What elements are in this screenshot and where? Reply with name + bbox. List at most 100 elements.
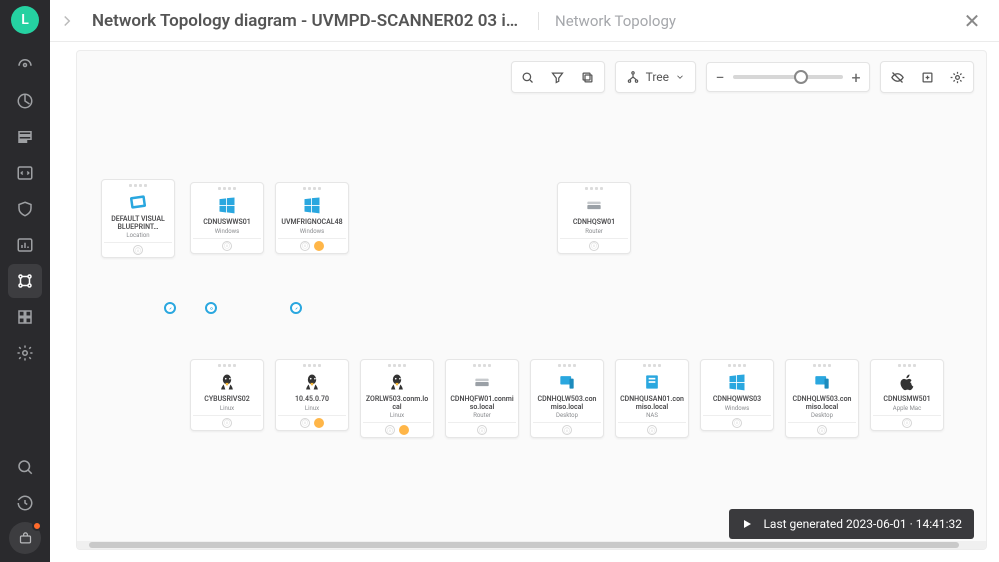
app-sidebar: L xyxy=(0,0,50,562)
shield-icon xyxy=(16,200,34,218)
info-pip[interactable]: ⓘ xyxy=(589,241,599,251)
drag-handle-icon[interactable] xyxy=(788,364,856,368)
drag-handle-icon[interactable] xyxy=(193,364,261,368)
edge-junction[interactable] xyxy=(290,302,302,314)
node-type: Windows xyxy=(725,405,750,412)
zoom-thumb[interactable] xyxy=(794,70,808,84)
collapse-icon[interactable] xyxy=(58,12,76,30)
info-pip[interactable]: ⓘ xyxy=(133,245,143,255)
node-icon xyxy=(555,370,579,394)
topology-node[interactable]: DEFAULT VISUAL BLUEPRINT… Location ⓘ xyxy=(101,179,175,258)
drag-handle-icon[interactable] xyxy=(533,364,601,368)
drag-handle-icon[interactable] xyxy=(193,187,261,191)
toolbar-search[interactable] xyxy=(514,64,542,90)
topology-node[interactable]: CDNHQUSAN01.conmiso.local NAS ⓘ xyxy=(615,359,689,438)
warning-badge xyxy=(314,241,324,251)
briefcase-icon xyxy=(18,531,33,546)
sidebar-topology[interactable] xyxy=(8,264,42,298)
info-pip[interactable]: ⓘ xyxy=(222,241,232,251)
node-type: Linux xyxy=(220,405,234,412)
sidebar-inventory[interactable] xyxy=(8,300,42,334)
topology-node[interactable]: CDNUSWWS01 Windows ⓘ xyxy=(190,182,264,254)
sidebar-scan[interactable] xyxy=(8,84,42,118)
node-type: Linux xyxy=(305,405,319,412)
info-pip[interactable]: ⓘ xyxy=(477,425,487,435)
toolbar-visibility[interactable] xyxy=(883,64,911,90)
node-footer: ⓘ xyxy=(560,238,628,251)
topology-node[interactable]: ZORLW503.conm.local Linux ⓘ xyxy=(360,359,434,438)
sidebar-security[interactable] xyxy=(8,192,42,226)
toolbar-duplicate[interactable] xyxy=(574,64,602,90)
info-pip[interactable]: ⓘ xyxy=(222,418,232,428)
sidebar-history[interactable] xyxy=(8,486,42,520)
last-generated-banner[interactable]: Last generated 2023-06-01 · 14:41:32 xyxy=(729,509,974,539)
topology-node[interactable]: CDNHQLW503.conmiso.local Desktop ⓘ xyxy=(530,359,604,438)
info-pip[interactable]: ⓘ xyxy=(902,418,912,428)
layout-dropdown[interactable]: Tree xyxy=(618,64,693,90)
node-icon xyxy=(215,193,239,217)
info-pip[interactable]: ⓘ xyxy=(817,425,827,435)
sidebar-feed[interactable] xyxy=(8,120,42,154)
toolbar-filter[interactable] xyxy=(544,64,572,90)
topology-node[interactable]: CDNHQLW503.conmiso.local Desktop ⓘ xyxy=(785,359,859,438)
sidebar-search[interactable] xyxy=(8,450,42,484)
info-pip[interactable]: ⓘ xyxy=(647,425,657,435)
drag-handle-icon[interactable] xyxy=(618,364,686,368)
drag-handle-icon[interactable] xyxy=(560,187,628,191)
drag-handle-icon[interactable] xyxy=(278,364,346,368)
close-button[interactable]: ✕ xyxy=(959,8,985,34)
info-pip[interactable]: ⓘ xyxy=(732,418,742,428)
grid-icon xyxy=(16,308,34,326)
node-icon xyxy=(470,370,494,394)
sidebar-reports[interactable] xyxy=(8,228,42,262)
node-type: Apple Mac xyxy=(893,405,921,412)
drag-handle-icon[interactable] xyxy=(278,187,346,191)
topology-node[interactable]: CDNUSMW501 Apple Mac ⓘ xyxy=(870,359,944,431)
topology-node[interactable]: UVMFRIGNOCAL48 Windows ⓘ xyxy=(275,182,349,254)
edge-junction[interactable] xyxy=(205,302,217,314)
topology-icon xyxy=(16,272,34,290)
sidebar-dashboard[interactable] xyxy=(8,48,42,82)
node-footer: ⓘ xyxy=(703,415,771,428)
warning-badge xyxy=(314,418,324,428)
node-type: Desktop xyxy=(556,412,578,419)
node-footer: ⓘ xyxy=(278,415,346,428)
avatar[interactable]: L xyxy=(11,6,39,34)
node-name: UVMFRIGNOCAL48 xyxy=(279,219,344,227)
topology-node[interactable]: CDNHQFW01.conmiso.local Router ⓘ xyxy=(445,359,519,438)
info-pip[interactable]: ⓘ xyxy=(300,241,310,251)
info-pip[interactable]: ⓘ xyxy=(300,418,310,428)
node-name: ZORLW503.conm.local xyxy=(363,396,431,411)
node-name: CYBUSRIVS02 xyxy=(202,396,251,404)
topology-node[interactable]: CDNHQSW01 Router ⓘ xyxy=(557,182,631,254)
drag-handle-icon[interactable] xyxy=(363,364,431,368)
sidebar-code[interactable] xyxy=(8,156,42,190)
drag-handle-icon[interactable] xyxy=(448,364,516,368)
eye-off-icon xyxy=(890,70,905,85)
toolbar-settings[interactable] xyxy=(943,64,971,90)
info-pip[interactable]: ⓘ xyxy=(562,425,572,435)
zoom-track[interactable] xyxy=(733,75,843,79)
zoom-in-button[interactable]: + xyxy=(849,68,863,87)
drag-handle-icon[interactable] xyxy=(873,364,941,368)
topology-node[interactable]: 10.45.0.70 Linux ⓘ xyxy=(275,359,349,431)
drag-handle-icon[interactable] xyxy=(703,364,771,368)
zoom-out-button[interactable]: − xyxy=(713,68,727,87)
node-footer: ⓘ xyxy=(104,242,172,255)
sidebar-notifications[interactable] xyxy=(9,522,41,554)
toolbar-export[interactable] xyxy=(913,64,941,90)
zoom-slider[interactable]: − + xyxy=(706,62,870,92)
link-icon xyxy=(293,305,300,312)
topology-node[interactable]: CDNHQWWS03 Windows ⓘ xyxy=(700,359,774,431)
node-icon xyxy=(895,370,919,394)
drag-handle-icon[interactable] xyxy=(104,184,172,188)
info-pip[interactable]: ⓘ xyxy=(385,425,395,435)
edge-junction[interactable] xyxy=(164,302,176,314)
link-icon xyxy=(167,305,174,312)
chart-icon xyxy=(16,236,34,254)
topology-canvas[interactable]: Tree − + DEFAULT VISUAL BLUEPRIN xyxy=(76,50,987,550)
topbar: Network Topology diagram - UVMPD-SCANNER… xyxy=(50,0,999,42)
topology-node[interactable]: CYBUSRIVS02 Linux ⓘ xyxy=(190,359,264,431)
sidebar-settings[interactable] xyxy=(8,336,42,370)
node-icon xyxy=(215,370,239,394)
